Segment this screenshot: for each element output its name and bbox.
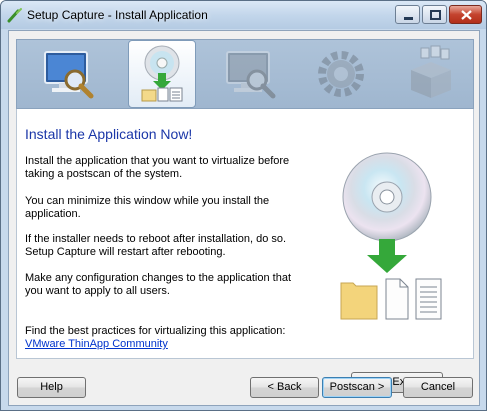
best-practices-text: Find the best practices for virtualizing… bbox=[25, 325, 286, 337]
instruction-configure: Make any configuration changes to the ap… bbox=[25, 272, 292, 297]
minimize-button[interactable] bbox=[395, 5, 420, 24]
page-heading: Install the Application Now! bbox=[25, 126, 193, 142]
package-icon bbox=[411, 45, 451, 98]
close-button[interactable] bbox=[449, 5, 482, 24]
instruction-install: Install the application that you want to… bbox=[25, 155, 290, 180]
step-prescan bbox=[35, 40, 103, 108]
disc-install-icon bbox=[141, 45, 183, 102]
setup-capture-window: Setup Capture - Install Application Inst… bbox=[0, 0, 487, 411]
instruction-minimize: You can minimize this window while you i… bbox=[25, 195, 270, 220]
wizard-step-bar bbox=[16, 39, 474, 109]
monitor-magnifier-icon bbox=[44, 51, 94, 99]
monitor-scan-icon bbox=[226, 51, 276, 99]
maximize-button[interactable] bbox=[422, 5, 447, 24]
minimize-icon bbox=[404, 17, 413, 20]
thinapp-community-link[interactable]: VMware ThinApp Community bbox=[25, 338, 168, 350]
window-title: Setup Capture - Install Application bbox=[27, 8, 208, 22]
close-icon bbox=[461, 10, 472, 20]
thinapp-icon bbox=[7, 8, 22, 23]
wizard-content-panel: Install the Application Now! Install the… bbox=[16, 109, 474, 393]
step-install bbox=[128, 40, 196, 108]
gear-icon bbox=[318, 51, 364, 97]
cancel-button[interactable]: Cancel bbox=[403, 377, 473, 398]
help-button[interactable]: Help bbox=[17, 377, 86, 398]
instruction-reboot: If the installer needs to reboot after i… bbox=[25, 233, 287, 258]
step-postscan bbox=[217, 40, 285, 108]
maximize-icon bbox=[430, 10, 441, 20]
step-build bbox=[397, 40, 465, 108]
wizard-client-area: Install the Application Now! Install the… bbox=[8, 30, 480, 406]
install-illustration-icon bbox=[340, 152, 442, 320]
step-configure bbox=[307, 40, 375, 108]
title-bar[interactable]: Setup Capture - Install Application bbox=[1, 1, 486, 29]
postscan-button[interactable]: Postscan > bbox=[322, 377, 392, 398]
back-button[interactable]: < Back bbox=[250, 377, 319, 398]
